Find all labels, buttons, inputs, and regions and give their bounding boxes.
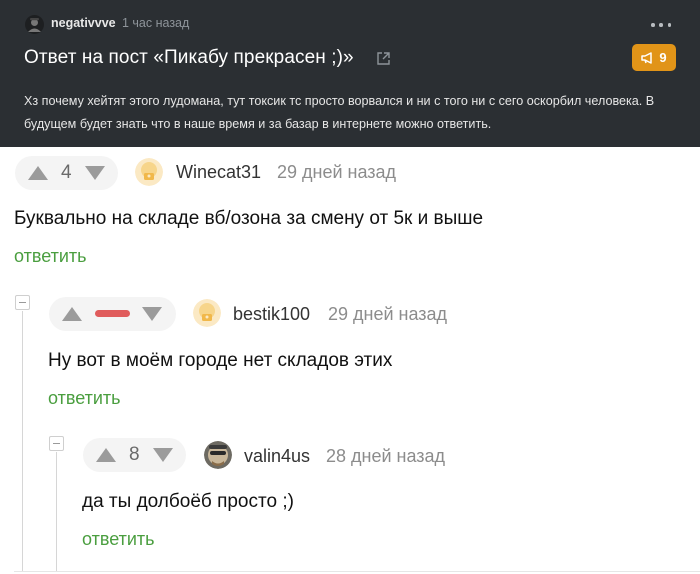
author-avatar[interactable] xyxy=(25,15,44,34)
megaphone-icon xyxy=(641,51,653,64)
collapse-thread-icon[interactable] xyxy=(15,295,30,310)
reply-link[interactable]: ответить xyxy=(82,529,155,550)
upvote-arrow-icon[interactable] xyxy=(62,307,82,321)
avatar[interactable] xyxy=(135,158,163,186)
comment-text: Ну вот в моём городе нет складов этих xyxy=(48,350,393,371)
rating-control xyxy=(49,297,176,331)
rating-control: 4 xyxy=(15,156,118,190)
post-header: negativvve 1 час назад Ответ на пост «Пи… xyxy=(0,0,700,147)
downvote-arrow-icon[interactable] xyxy=(85,166,105,180)
collapse-thread-icon[interactable] xyxy=(49,436,64,451)
avatar[interactable] xyxy=(204,441,232,469)
reply-link[interactable]: ответить xyxy=(14,246,87,267)
comment-username[interactable]: Winecat31 xyxy=(176,162,261,183)
post-time: 1 час назад xyxy=(122,16,190,30)
rating-count: 4 xyxy=(61,162,72,183)
reply-link[interactable]: ответить xyxy=(48,388,121,409)
avatar[interactable] xyxy=(193,299,221,327)
rating-count: 8 xyxy=(129,444,140,465)
more-dots-icon[interactable] xyxy=(651,22,671,28)
reply-count-badge[interactable]: 9 xyxy=(632,44,676,71)
rating-control: 8 xyxy=(83,438,186,472)
comment-time: 29 дней назад xyxy=(277,162,397,182)
thread-line xyxy=(22,311,23,571)
post-body: Хз почему хейтят этого лудомана, тут ток… xyxy=(24,94,655,131)
badge-count: 9 xyxy=(659,50,667,65)
external-link-icon[interactable] xyxy=(376,51,391,66)
comment-time: 29 дней назад xyxy=(328,304,448,324)
downvote-arrow-icon[interactable] xyxy=(153,448,173,462)
post-author[interactable]: negativvve xyxy=(51,16,116,30)
comment-username[interactable]: valin4us xyxy=(244,446,310,467)
upvote-arrow-icon[interactable] xyxy=(28,166,48,180)
downvote-arrow-icon[interactable] xyxy=(142,307,162,321)
comment-text: да ты долбоёб просто ;) xyxy=(82,491,294,512)
comment-time: 28 дней назад xyxy=(326,446,446,466)
thread-line xyxy=(56,452,57,571)
upvote-arrow-icon[interactable] xyxy=(96,448,116,462)
divider xyxy=(14,571,700,572)
post-title[interactable]: Ответ на пост «Пикабу прекрасен ;)» xyxy=(24,47,354,69)
comment-username[interactable]: bestik100 xyxy=(233,304,310,325)
hidden-rating-indicator xyxy=(95,310,130,317)
comment-text: Буквально на складе вб/озона за смену от… xyxy=(14,208,484,229)
